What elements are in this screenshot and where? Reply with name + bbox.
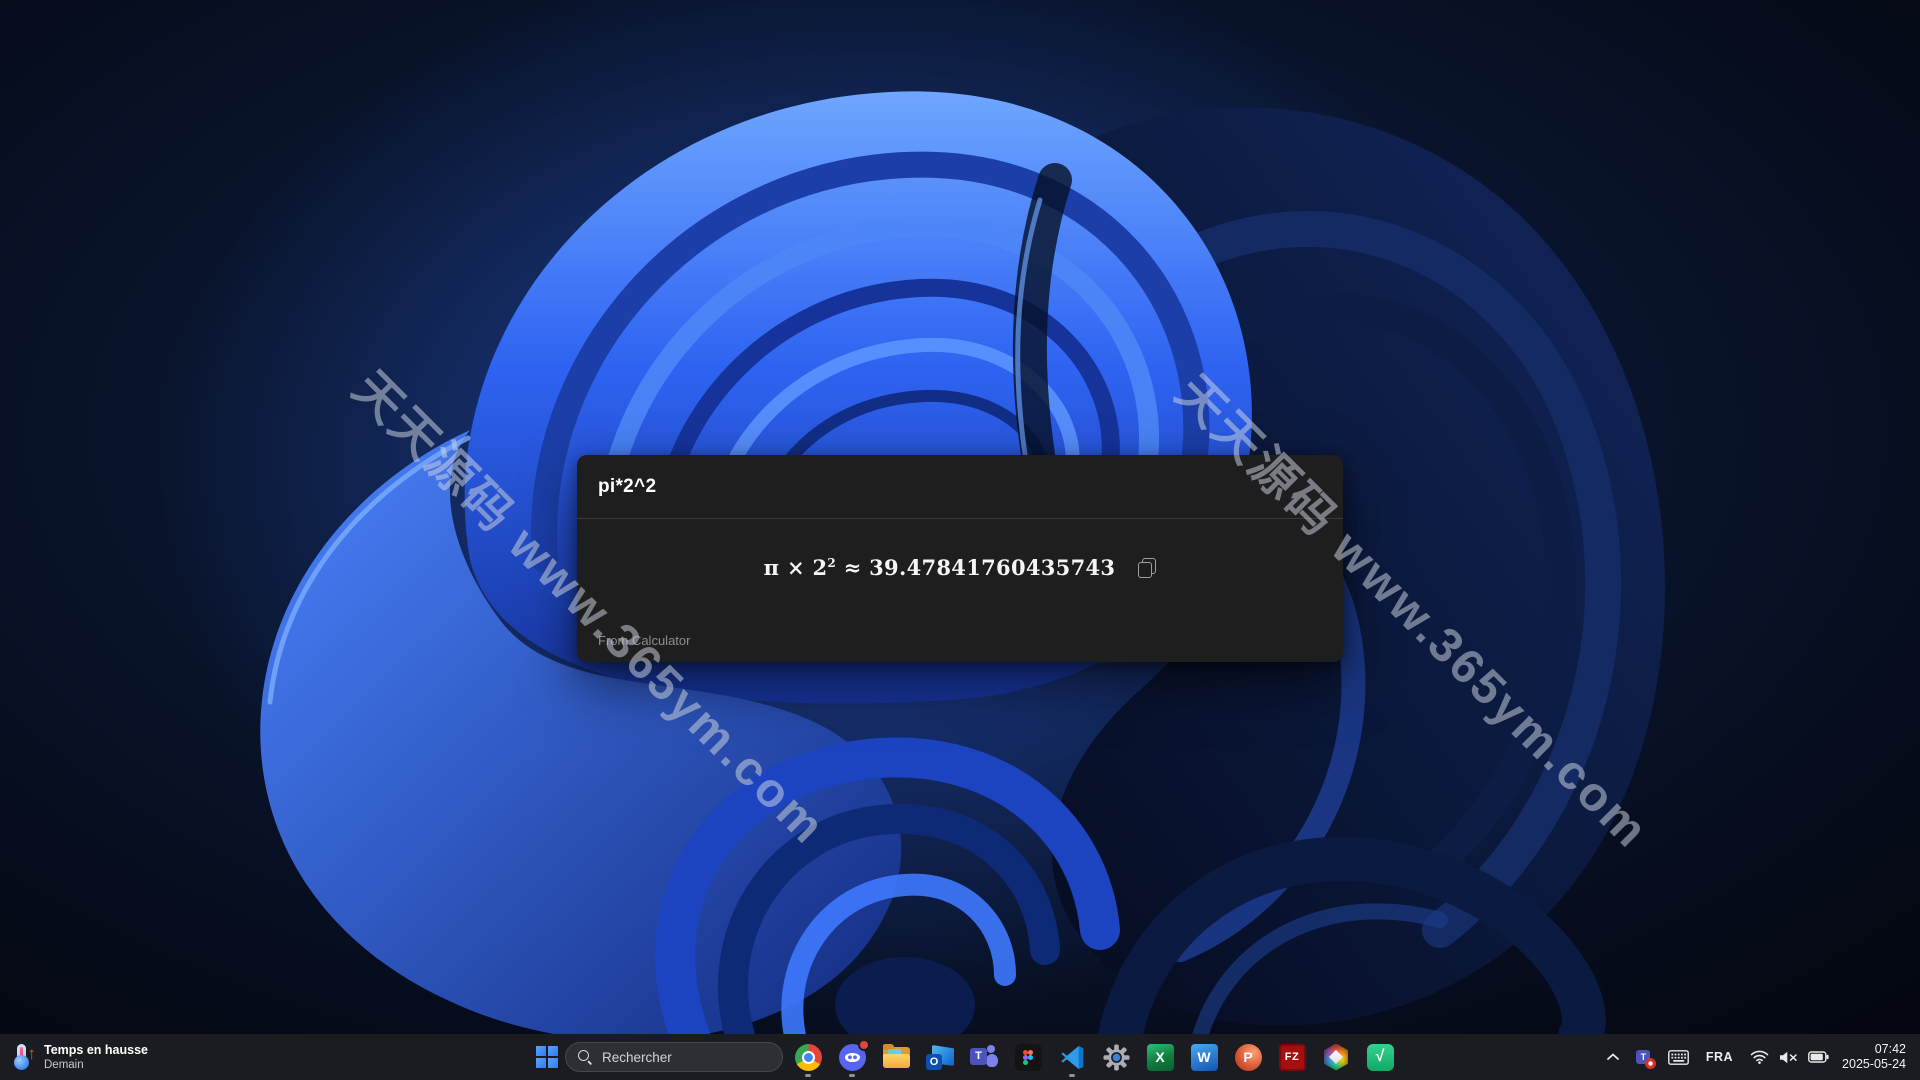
running-indicator xyxy=(849,1074,855,1077)
teams-icon: T xyxy=(970,1045,998,1070)
figma-icon xyxy=(1015,1044,1042,1071)
vscode-icon xyxy=(1059,1044,1086,1071)
taskbar-app-file-explorer[interactable] xyxy=(874,1034,918,1080)
taskbar-app-vscode[interactable] xyxy=(1050,1034,1094,1080)
result-panel: π × 22 ≈ 39.47841760435743 From Calculat… xyxy=(577,519,1343,661)
volume-button[interactable] xyxy=(1779,1051,1798,1064)
word-icon: W xyxy=(1191,1044,1218,1071)
touch-keyboard-icon xyxy=(1668,1050,1689,1065)
taskbar-app-settings[interactable] xyxy=(1094,1034,1138,1080)
copy-icon[interactable] xyxy=(1138,558,1156,578)
taskbar-app-powerpoint[interactable]: P xyxy=(1226,1034,1270,1080)
taskbar-center: Rechercher O xyxy=(528,1034,1402,1080)
query-input[interactable]: pi*2^2 xyxy=(577,455,1343,519)
file-explorer-icon xyxy=(883,1047,910,1068)
clock-date: 2025-05-24 xyxy=(1842,1057,1906,1072)
running-indicator xyxy=(1069,1074,1075,1077)
clock[interactable]: 07:42 2025-05-24 xyxy=(1842,1042,1906,1072)
chrome-icon xyxy=(795,1044,822,1071)
excel-icon: X xyxy=(1147,1044,1174,1071)
result-expression: π × 22 ≈ 39.47841760435743 xyxy=(764,555,1116,580)
chevron-up-icon xyxy=(1606,1052,1620,1062)
result-source-label: From Calculator xyxy=(598,633,690,648)
taskbar-app-excel[interactable]: X xyxy=(1138,1034,1182,1080)
taskbar-app-blockbench[interactable] xyxy=(1314,1034,1358,1080)
tray-chevron-button[interactable] xyxy=(1606,1052,1620,1062)
notification-badge xyxy=(858,1039,870,1051)
taskbar-app-sqrt[interactable]: √ xyxy=(1358,1034,1402,1080)
filezilla-icon: FZ xyxy=(1279,1044,1306,1071)
system-tray: T FRA xyxy=(1606,1034,1920,1080)
taskbar-app-figma[interactable] xyxy=(1006,1034,1050,1080)
thermometer-rising-icon: ↑ xyxy=(14,1043,34,1071)
weather-subtitle: Demain xyxy=(44,1058,148,1072)
powerpoint-icon: P xyxy=(1235,1044,1262,1071)
network-button[interactable] xyxy=(1750,1050,1769,1064)
taskbar-app-teams[interactable]: T xyxy=(962,1034,1006,1080)
search-placeholder: Rechercher xyxy=(602,1050,672,1065)
calculator-popup: pi*2^2 π × 22 ≈ 39.47841760435743 From C… xyxy=(577,455,1343,662)
taskbar-app-word[interactable]: W xyxy=(1182,1034,1226,1080)
query-text: pi*2^2 xyxy=(598,476,656,498)
gear-icon xyxy=(1103,1044,1130,1071)
sqrt-app-icon: √ xyxy=(1367,1044,1394,1071)
language-indicator[interactable]: FRA xyxy=(1706,1050,1733,1064)
taskbar-app-outlook[interactable]: O xyxy=(918,1034,962,1080)
taskbar-app-filezilla[interactable]: FZ xyxy=(1270,1034,1314,1080)
wifi-icon xyxy=(1750,1050,1769,1064)
search-box[interactable]: Rechercher xyxy=(565,1042,783,1072)
taskbar-app-discord[interactable] xyxy=(830,1034,874,1080)
start-button[interactable] xyxy=(528,1034,565,1080)
touch-keyboard-button[interactable] xyxy=(1668,1050,1689,1065)
tray-teams-notification[interactable]: T xyxy=(1635,1049,1652,1066)
weather-title: Temps en hausse xyxy=(44,1043,148,1058)
taskbar: ↑ Temps en hausse Demain Rechercher xyxy=(0,1034,1920,1080)
outlook-icon: O xyxy=(926,1044,954,1070)
taskbar-app-chrome[interactable] xyxy=(786,1034,830,1080)
desktop: 天天源码 www.365ym.com 天天源码 www.365ym.com pi… xyxy=(0,0,1920,1080)
weather-widget[interactable]: ↑ Temps en hausse Demain xyxy=(0,1034,158,1080)
running-indicator xyxy=(805,1074,811,1077)
notification-badge xyxy=(1645,1058,1656,1069)
battery-icon xyxy=(1808,1051,1829,1063)
hexagon-cube-app-icon xyxy=(1323,1044,1350,1071)
windows-start-icon xyxy=(536,1046,558,1068)
clock-time: 07:42 xyxy=(1875,1042,1906,1057)
volume-muted-icon xyxy=(1779,1051,1798,1064)
battery-button[interactable] xyxy=(1808,1051,1829,1063)
search-icon xyxy=(578,1050,592,1064)
